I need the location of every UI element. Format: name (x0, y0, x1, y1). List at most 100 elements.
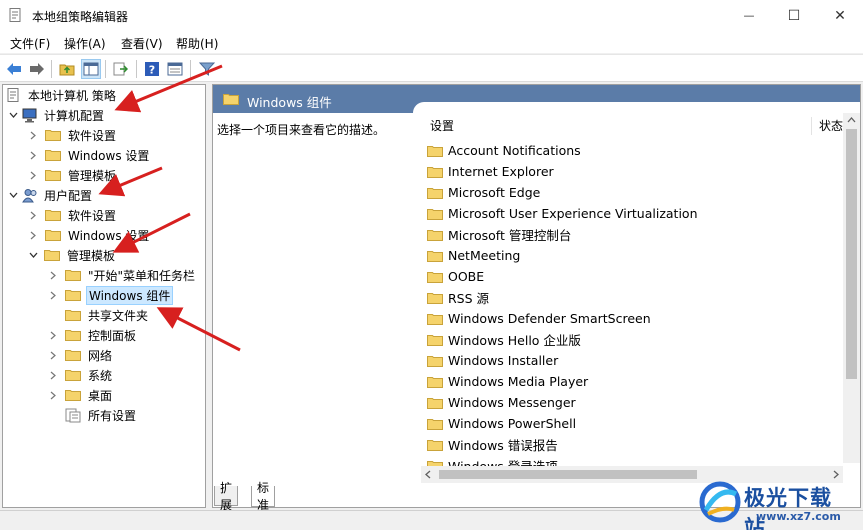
list-item[interactable]: Microsoft 管理控制台 (427, 224, 571, 245)
chevron-down-icon[interactable] (7, 109, 19, 121)
list-item[interactable]: Windows Installer (427, 350, 558, 371)
up-folder-button[interactable] (57, 59, 77, 79)
list-item-label: Microsoft 管理控制台 (448, 228, 572, 243)
chevron-right-icon[interactable] (47, 369, 59, 381)
chevron-right-icon[interactable] (27, 149, 39, 161)
chevron-down-icon[interactable] (27, 249, 39, 261)
tree-node-computer-software[interactable]: 软件设置 (27, 125, 118, 145)
tree-label: 软件设置 (68, 208, 117, 223)
tree-node-shared-folders[interactable]: 共享文件夹 (47, 305, 150, 325)
list-item[interactable]: Internet Explorer (427, 161, 554, 182)
list-item-label: OOBE (448, 269, 485, 284)
help-icon: ? (145, 62, 159, 77)
chevron-right-icon[interactable] (27, 229, 39, 241)
scroll-up-icon[interactable] (843, 113, 860, 127)
column-header-state[interactable]: 状态 (813, 113, 843, 138)
tree-node-control-panel[interactable]: 控制面板 (47, 325, 138, 345)
chevron-right-icon[interactable] (47, 389, 59, 401)
tree-node-user-config[interactable]: 用户配置 (7, 185, 94, 205)
menu-view[interactable]: 查看(V) (121, 35, 163, 52)
tree-node-user-software[interactable]: 软件设置 (27, 205, 118, 225)
list-item[interactable]: Microsoft Edge (427, 182, 540, 203)
tree-label: 系统 (88, 368, 113, 383)
chevron-right-icon[interactable] (47, 349, 59, 361)
forward-button[interactable] (27, 59, 47, 79)
maximize-button[interactable]: ☐ (771, 0, 817, 31)
chevron-right-icon[interactable] (47, 329, 59, 341)
toolbar: ? (0, 54, 863, 82)
tree-node-user-windows-settings[interactable]: Windows 设置 (27, 225, 151, 245)
list-item-label: NetMeeting (448, 248, 521, 263)
list-item[interactable]: RSS 源 (427, 287, 489, 308)
chevron-right-icon[interactable] (27, 169, 39, 181)
list-item-label: RSS 源 (448, 291, 490, 306)
filter-button[interactable] (197, 59, 217, 79)
show-hide-tree-button[interactable] (81, 59, 101, 79)
list-item[interactable]: Windows PowerShell (427, 413, 576, 434)
horizontal-scroll-thumb[interactable] (439, 470, 697, 479)
list-item[interactable]: OOBE (427, 266, 484, 287)
back-button[interactable] (4, 59, 24, 79)
close-button[interactable]: ✕ (817, 0, 863, 31)
tree-label: Windows 设置 (68, 228, 150, 243)
list-item[interactable]: NetMeeting (427, 245, 520, 266)
tree-label: 控制面板 (88, 328, 137, 343)
folder-icon (427, 250, 443, 262)
tab-standard[interactable]: 标准 (251, 481, 276, 512)
users-icon (22, 188, 37, 202)
menu-help[interactable]: 帮助(H) (176, 35, 218, 52)
scroll-left-icon[interactable] (421, 466, 435, 483)
folder-icon (427, 355, 443, 367)
tree-node-system[interactable]: 系统 (47, 365, 114, 385)
properties-button[interactable] (165, 59, 185, 79)
properties-icon (167, 62, 183, 76)
folder-icon (65, 309, 81, 321)
export-list-button[interactable] (111, 59, 131, 79)
list-item[interactable]: Windows Messenger (427, 392, 576, 413)
show-hide-tree-icon (83, 62, 99, 76)
list-item[interactable]: Windows Defender SmartScreen (427, 308, 651, 329)
list-item-label: Windows Defender SmartScreen (448, 311, 651, 326)
list-item[interactable]: Windows 错误报告 (427, 434, 558, 455)
minimize-button[interactable]: — (726, 0, 772, 31)
chevron-right-icon[interactable] (27, 129, 39, 141)
list-item-label: Windows PowerShell (448, 416, 577, 431)
vertical-scrollbar[interactable] (843, 113, 860, 463)
folder-icon (45, 129, 61, 141)
list-item[interactable]: Microsoft User Experience Virtualization (427, 203, 698, 224)
tree-node-root[interactable]: 本地计算机 策略 (7, 85, 118, 105)
aurora-logo-icon (699, 481, 741, 523)
chevron-right-icon[interactable] (47, 269, 59, 281)
tree-node-computer-config[interactable]: 计算机配置 (7, 105, 106, 125)
list-item-label: Windows Installer (448, 353, 559, 368)
tree-node-start-menu[interactable]: "开始"菜单和任务栏 (47, 265, 197, 285)
tree-node-desktop[interactable]: 桌面 (47, 385, 114, 405)
back-icon (7, 63, 21, 75)
tree-node-windows-components[interactable]: Windows 组件 (47, 285, 174, 305)
tree-node-all-settings[interactable]: 所有设置 (47, 405, 138, 425)
chevron-right-icon[interactable] (47, 289, 59, 301)
list-item[interactable]: Account Notifications (427, 140, 581, 161)
tree-node-network[interactable]: 网络 (47, 345, 114, 365)
tree-root-label: 本地计算机 策略 (28, 88, 116, 103)
vertical-scroll-thumb[interactable] (846, 129, 857, 379)
help-button[interactable]: ? (142, 59, 162, 79)
folder-icon (427, 439, 443, 451)
folder-icon (427, 376, 443, 388)
chevron-right-icon[interactable] (27, 209, 39, 221)
tree-label: 共享文件夹 (88, 308, 149, 323)
folder-icon (45, 169, 61, 181)
tree-node-computer-admin-templates[interactable]: 管理模板 (27, 165, 118, 185)
menu-file[interactable]: 文件(F) (10, 35, 50, 52)
list-item-label: Windows Hello 企业版 (448, 333, 581, 348)
minimize-icon: — (743, 9, 755, 22)
list-item[interactable]: Windows Media Player (427, 371, 588, 392)
tab-extended[interactable]: 扩展 (214, 481, 239, 512)
tree-node-computer-windows-settings[interactable]: Windows 设置 (27, 145, 151, 165)
column-header-setting[interactable]: 设置 (430, 113, 810, 138)
chevron-down-icon[interactable] (7, 189, 19, 201)
menu-action[interactable]: 操作(A) (64, 35, 106, 52)
tree-node-user-admin-templates[interactable]: 管理模板 (27, 245, 117, 265)
list-item[interactable]: Windows Hello 企业版 (427, 329, 581, 350)
folder-icon (427, 271, 443, 283)
